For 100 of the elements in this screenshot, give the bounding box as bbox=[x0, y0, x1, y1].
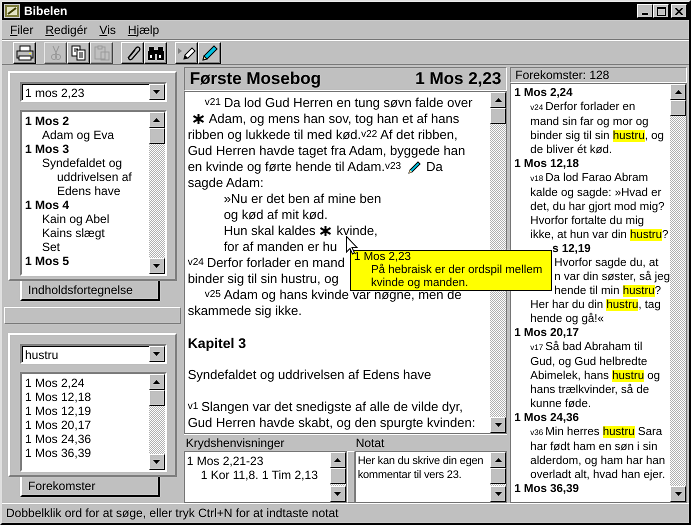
tooltip-text: På hebraisk er der ordspil mellem kvinde og manden. bbox=[370, 264, 544, 290]
scroll-up-button[interactable] bbox=[330, 452, 346, 468]
bible-text: Adam, og mens han sov, tog han et af hans bbox=[208, 111, 460, 127]
paperclip-icon bbox=[124, 45, 140, 61]
dropdown-button[interactable] bbox=[148, 346, 165, 362]
occurrence-reference[interactable]: 1 Mos 12,18 bbox=[514, 157, 670, 171]
occurrence-reference[interactable]: 1 Mos 36,39 bbox=[514, 482, 670, 496]
menu-item[interactable]: Vis bbox=[99, 22, 116, 36]
toc-section[interactable]: Syndefaldet og uddrivelsen af Edens have bbox=[25, 156, 146, 198]
app-icon bbox=[4, 4, 20, 18]
toolbar-button[interactable] bbox=[198, 42, 221, 64]
search-field[interactable]: 1 mos 2,23 bbox=[20, 82, 167, 102]
scroll-thumb[interactable] bbox=[670, 100, 686, 116]
up-arrow-icon bbox=[674, 90, 682, 94]
asterisk-icon[interactable] bbox=[192, 113, 205, 125]
splitter[interactable] bbox=[4, 307, 181, 324]
book-title: Første Mosebog bbox=[190, 69, 321, 89]
toc-chapter[interactable]: 1 Mos 4 bbox=[25, 198, 146, 212]
occurrence-text: hans trælkvinder, så de bbox=[529, 383, 650, 397]
toolbar-button[interactable] bbox=[13, 42, 36, 64]
result-item[interactable]: 1 Mos 2,24 bbox=[25, 376, 146, 390]
close-button[interactable] bbox=[671, 4, 687, 18]
toc-chapter[interactable]: 1 Mos 2 bbox=[25, 114, 146, 128]
scroll-thumb[interactable] bbox=[148, 128, 165, 144]
occurrence-text: Hvorfor fortalte du mig bbox=[529, 214, 646, 228]
bible-text: skammede sig ikke. bbox=[188, 303, 302, 319]
occurrence-reference[interactable]: 1 Mos 2,24 bbox=[514, 86, 670, 100]
occurrence-text: Gud, og Gud helbredte bbox=[529, 355, 648, 369]
binoculars-icon bbox=[146, 45, 164, 61]
scroll-down-button[interactable] bbox=[670, 486, 686, 502]
scroll-up-button[interactable] bbox=[490, 92, 506, 108]
menu-item[interactable]: Redigér bbox=[45, 22, 88, 36]
dropdown-button[interactable] bbox=[148, 84, 165, 100]
toolbar-button[interactable] bbox=[121, 42, 144, 64]
bible-text: ribben og lukkede til med kød. bbox=[188, 127, 362, 143]
cross-reference[interactable]: 1 Kor 11,8. 1 Tim 2,13 bbox=[186, 468, 328, 482]
scroll-down-button[interactable] bbox=[490, 417, 506, 433]
toc-section[interactable]: Kain og Abel bbox=[25, 212, 146, 226]
down-arrow-icon bbox=[334, 492, 342, 496]
bible-text: Gud Herren havde skabt, og den spurgte kvinden: bbox=[188, 415, 476, 431]
result-item[interactable]: 1 Mos 20,17 bbox=[25, 418, 146, 432]
scroll-up-button[interactable] bbox=[670, 84, 686, 100]
occurrence-reference[interactable]: s 12,19 bbox=[514, 242, 670, 256]
toc-section[interactable]: Kains slægt bbox=[25, 226, 146, 240]
occurrence-text: de bliver ét kød. bbox=[529, 143, 614, 157]
occurrence-text: har født ham en søn i sin bbox=[529, 440, 658, 454]
maximize-icon bbox=[656, 6, 666, 16]
note-field[interactable]: Her kan du skrive din egen kommentar til vers 23. bbox=[358, 454, 488, 482]
verse-number: v23 bbox=[384, 160, 402, 174]
scroll-thumb[interactable] bbox=[490, 108, 506, 124]
occurrence-text: ikke, at hun var din hustru? bbox=[529, 228, 670, 242]
up-arrow-icon bbox=[494, 98, 502, 102]
scissors-icon bbox=[48, 45, 62, 61]
pencil-icon bbox=[202, 45, 218, 61]
occurrence-text: kunne føde. bbox=[529, 397, 592, 411]
toc-chapter[interactable]: 1 Mos 3 bbox=[25, 142, 146, 156]
scroll-down-button[interactable] bbox=[490, 486, 506, 502]
scroll-down-button[interactable] bbox=[148, 454, 165, 470]
result-item[interactable]: 1 Mos 36,39 bbox=[25, 446, 146, 460]
scroll-thumb[interactable] bbox=[148, 390, 165, 406]
bible-text: sagde Adam: bbox=[188, 175, 264, 191]
scroll-up-button[interactable] bbox=[148, 112, 165, 128]
result-item[interactable]: 1 Mos 12,18 bbox=[25, 390, 146, 404]
window-title: Bibelen bbox=[24, 4, 68, 18]
down-arrow-icon bbox=[674, 492, 682, 496]
maximize-button[interactable] bbox=[653, 4, 669, 18]
asterisk-icon[interactable] bbox=[319, 225, 332, 237]
down-arrow-icon bbox=[153, 352, 160, 356]
toc-section[interactable]: Set bbox=[25, 240, 146, 254]
toolbar-button[interactable] bbox=[144, 42, 167, 64]
scroll-up-button[interactable] bbox=[148, 374, 165, 390]
toc-chapter[interactable]: 1 Mos 5 bbox=[25, 254, 146, 268]
minimize-button[interactable] bbox=[637, 4, 653, 18]
cross-reference[interactable]: 1 Mos 2,21-23 bbox=[186, 454, 328, 468]
bible-text: kvinde, bbox=[336, 223, 378, 239]
occurrence-reference[interactable]: 1 Mos 20,17 bbox=[514, 326, 670, 340]
occurrences-header: Forekomster: 128 bbox=[510, 67, 687, 83]
occurrence-reference[interactable]: 1 Mos 24,36 bbox=[514, 411, 670, 425]
panel-tab[interactable]: Indholdsfortegnelse bbox=[20, 281, 160, 301]
occurrence-text: det, du har gjort mod mig? bbox=[529, 200, 666, 214]
scroll-down-button[interactable] bbox=[148, 258, 165, 274]
verse-reference: 1 Mos 2,23 bbox=[415, 69, 502, 89]
menu-item[interactable]: Filer bbox=[10, 22, 34, 36]
toc-section[interactable]: Adam og Eva bbox=[25, 128, 146, 142]
toolbar-button[interactable] bbox=[67, 42, 90, 64]
pane-header: Notat bbox=[356, 436, 384, 450]
toolbar-button[interactable] bbox=[175, 42, 198, 64]
verse-number: v24 bbox=[188, 256, 204, 270]
result-item[interactable]: 1 Mos 12,19 bbox=[25, 404, 146, 418]
pencil-icon[interactable] bbox=[408, 160, 422, 174]
search-field[interactable]: hustru bbox=[20, 344, 167, 364]
scroll-down-button[interactable] bbox=[330, 486, 346, 502]
pencil-arrow-icon bbox=[178, 45, 196, 61]
scroll-up-button[interactable] bbox=[490, 452, 506, 468]
up-arrow-icon bbox=[494, 458, 502, 462]
panel-tab[interactable]: Forekomster bbox=[20, 477, 160, 497]
result-item[interactable]: 1 Mos 24,36 bbox=[25, 432, 146, 446]
bible-text: Derfor forlader en mand bbox=[206, 255, 345, 271]
menu-item[interactable]: Hjælp bbox=[128, 22, 160, 36]
up-arrow-icon bbox=[334, 458, 342, 462]
